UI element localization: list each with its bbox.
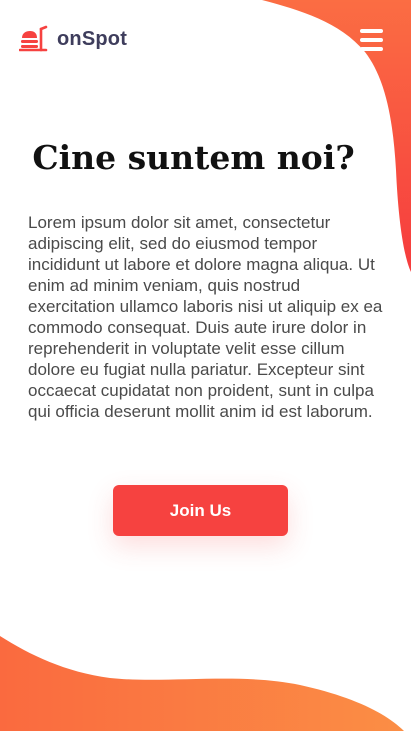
food-tray-icon <box>19 25 48 52</box>
top-bar: onSpot <box>0 0 411 80</box>
menu-line <box>360 38 383 42</box>
bottom-wave <box>0 636 404 731</box>
join-us-button[interactable]: Join Us <box>113 485 288 536</box>
about-paragraph: Lorem ipsum dolor sit amet, consectetur … <box>28 213 383 421</box>
menu-line <box>360 29 383 33</box>
page-title: Cine suntem noi? <box>32 138 355 177</box>
hamburger-menu-icon[interactable] <box>356 26 386 54</box>
logo[interactable]: onSpot <box>19 25 127 53</box>
brand-name: onSpot <box>57 27 128 50</box>
menu-line <box>360 47 383 51</box>
